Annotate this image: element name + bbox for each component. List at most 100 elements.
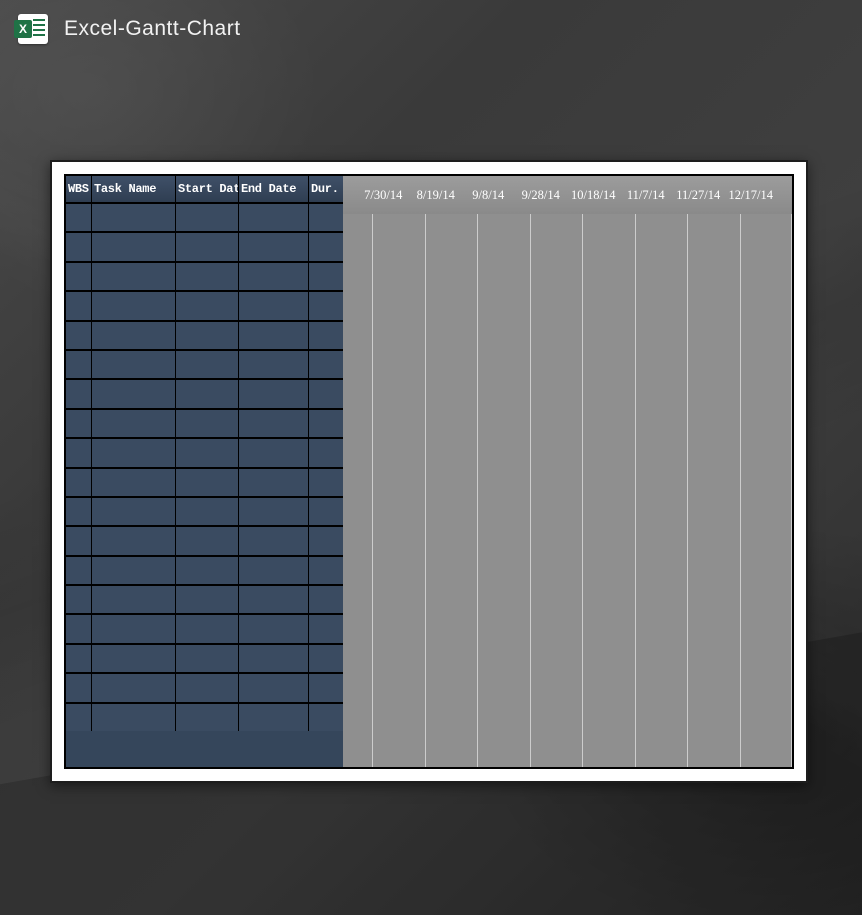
table-cell [92, 439, 176, 466]
timeline-date-label: 11/7/14 [620, 188, 673, 203]
table-cell [239, 439, 309, 466]
table-cell [92, 645, 176, 672]
table-cell [309, 380, 343, 407]
table-cell [92, 292, 176, 319]
table-cell [92, 351, 176, 378]
table-row [66, 496, 343, 525]
gantt-chart: WBS Task Name Start Date End Date Dur. 7… [64, 174, 794, 769]
table-row [66, 613, 343, 642]
timeline-date-label: 10/18/14 [567, 188, 620, 203]
table-cell [239, 645, 309, 672]
table-row [66, 525, 343, 554]
table-cell [239, 557, 309, 584]
table-cell [239, 586, 309, 613]
timeline-date-label: 7/30/14 [357, 188, 410, 203]
table-row [66, 643, 343, 672]
table-cell [66, 645, 92, 672]
table-cell [309, 204, 343, 231]
timeline-gridline [687, 214, 688, 767]
table-row [66, 408, 343, 437]
page-title: Excel-Gantt-Chart [64, 17, 241, 41]
table-row [66, 672, 343, 701]
table-cell [239, 469, 309, 496]
table-cell [239, 615, 309, 642]
timeline-gridline [372, 214, 373, 767]
table-row [66, 437, 343, 466]
table-row [66, 555, 343, 584]
excel-icon: X [18, 14, 48, 44]
table-cell [239, 527, 309, 554]
table-cell [176, 292, 239, 319]
table-cell [309, 233, 343, 260]
table-cell [92, 704, 176, 731]
col-header-duration: Dur. [309, 176, 343, 202]
table-cell [92, 527, 176, 554]
table-cell [66, 615, 92, 642]
table-cell [309, 645, 343, 672]
table-cell [176, 674, 239, 701]
table-cell [176, 410, 239, 437]
table-cell [176, 469, 239, 496]
table-cell [66, 322, 92, 349]
table-cell [239, 292, 309, 319]
table-cell [66, 674, 92, 701]
table-cell [309, 292, 343, 319]
table-row [66, 320, 343, 349]
timeline-date-label: 11/27/14 [672, 188, 725, 203]
table-cell [66, 527, 92, 554]
table-cell [66, 469, 92, 496]
table-cell [309, 527, 343, 554]
table-cell [176, 263, 239, 290]
table-cell [176, 527, 239, 554]
table-cell [176, 557, 239, 584]
table-row [66, 702, 343, 731]
table-cell [309, 674, 343, 701]
table-cell [176, 204, 239, 231]
timeline-gridline [425, 214, 426, 767]
table-cell [66, 380, 92, 407]
table-cell [176, 439, 239, 466]
timeline-gridline [791, 214, 792, 767]
timeline-gridline [530, 214, 531, 767]
table-cell [66, 586, 92, 613]
table-row [66, 584, 343, 613]
table-row [66, 467, 343, 496]
col-header-end-date: End Date [239, 176, 309, 202]
task-grid-header: WBS Task Name Start Date End Date Dur. [66, 176, 343, 202]
table-cell [92, 615, 176, 642]
table-cell [92, 233, 176, 260]
timeline-gridlines [343, 214, 792, 767]
table-cell [309, 498, 343, 525]
table-cell [309, 586, 343, 613]
table-row [66, 261, 343, 290]
table-cell [66, 557, 92, 584]
table-cell [239, 674, 309, 701]
table-cell [176, 322, 239, 349]
table-cell [309, 351, 343, 378]
table-cell [309, 615, 343, 642]
table-cell [239, 351, 309, 378]
table-cell [176, 704, 239, 731]
table-cell [92, 380, 176, 407]
table-cell [309, 263, 343, 290]
document-frame: WBS Task Name Start Date End Date Dur. 7… [50, 160, 808, 783]
table-cell [176, 233, 239, 260]
table-cell [176, 586, 239, 613]
table-cell [92, 469, 176, 496]
table-cell [66, 351, 92, 378]
timeline-gridline [635, 214, 636, 767]
table-cell [66, 292, 92, 319]
table-cell [92, 557, 176, 584]
table-row [66, 378, 343, 407]
task-grid: WBS Task Name Start Date End Date Dur. [66, 176, 343, 767]
table-cell [239, 263, 309, 290]
table-cell [66, 498, 92, 525]
table-cell [239, 410, 309, 437]
table-row [66, 231, 343, 260]
task-grid-body [66, 202, 343, 731]
table-cell [92, 498, 176, 525]
timeline-date-header: 7/30/148/19/149/8/149/28/1410/18/1411/7/… [343, 176, 792, 214]
timeline-date-label: 9/8/14 [462, 188, 515, 203]
table-cell [92, 674, 176, 701]
table-cell [309, 557, 343, 584]
